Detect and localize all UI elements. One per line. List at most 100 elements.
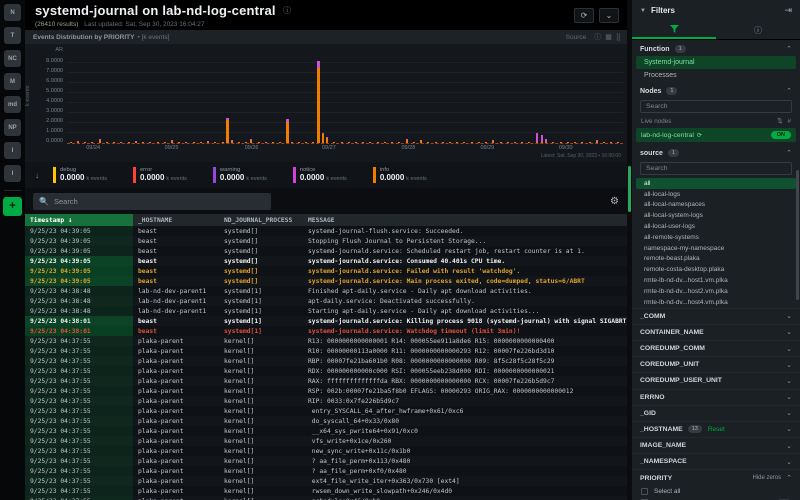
table-row[interactable]: 9/25/23 04:38:48 lab-nd-dev-parent1 system… (25, 286, 627, 296)
section-priority[interactable]: PRIORITY Hide zeros ⌃ (632, 469, 800, 485)
sidebar-scrollbar[interactable] (796, 170, 799, 300)
title-info-icon[interactable]: ⓘ (283, 6, 291, 15)
table-row[interactable]: 9/25/23 04:39:05 beast systemd[] systemd-jo… (25, 266, 627, 276)
section-_hostname[interactable]: _HOSTNAME 13 Reset ⌄ (632, 420, 800, 437)
workspace-icon[interactable]: I (4, 165, 21, 182)
table-row[interactable]: 9/25/23 04:39:05 beast systemd[] systemd-jo… (25, 256, 627, 266)
chevron-down-icon[interactable]: ⌄ (786, 328, 792, 336)
source-item[interactable]: all (636, 178, 796, 189)
source-item[interactable]: all-local-namespaces (636, 200, 796, 211)
section-nodes[interactable]: Nodes 1 ⌃ (632, 82, 800, 98)
search-input[interactable] (53, 196, 265, 206)
source-search-input[interactable] (646, 165, 786, 172)
table-row[interactable]: 9/25/23 04:39:05 beast systemd[] systemd-jo… (25, 246, 627, 256)
section-container_name[interactable]: CONTAINER_NAME ⌄ (632, 323, 800, 340)
nodes-search-input[interactable] (646, 103, 786, 110)
search-box[interactable]: 🔍 (33, 192, 271, 210)
chevron-down-icon[interactable]: ⌄ (786, 377, 792, 385)
sort-toggle-icon[interactable]: ⇅ (777, 118, 782, 125)
chevron-down-icon[interactable]: ⌄ (786, 361, 792, 369)
legend-item-debug[interactable]: debug 0.0000 k events (53, 167, 107, 183)
section-_gid[interactable]: _GID ⌄ (632, 404, 800, 421)
node-on-toggle[interactable]: ON (770, 131, 791, 139)
nodes-search-box[interactable] (640, 100, 792, 113)
chevron-up-icon[interactable]: ⌃ (786, 87, 792, 95)
collapse-header-button[interactable]: ⌄ (599, 7, 619, 23)
table-row[interactable]: 9/25/23 04:37:55 plaka-parent kernel[] ent… (25, 406, 627, 416)
table-row[interactable]: 9/25/23 04:37:55 plaka-parent kernel[] RAX:… (25, 376, 627, 386)
source-item[interactable]: remote-beast.plaka (636, 254, 796, 265)
table-row[interactable]: 9/25/23 04:37:55 plaka-parent kernel[] ext… (25, 476, 627, 486)
section-function[interactable]: Function 1 ⌃ (632, 40, 800, 56)
source-item[interactable]: all-local-system-logs (636, 210, 796, 221)
tab-info[interactable]: ⓘ (716, 21, 800, 39)
table-row[interactable]: 9/25/23 04:37:55 plaka-parent kernel[] ? a… (25, 466, 627, 476)
section-image_name[interactable]: IMAGE_NAME ⌄ (632, 437, 800, 453)
refresh-button[interactable]: ⟳ (574, 7, 594, 23)
table-row[interactable]: 9/25/23 04:37:55 plaka-parent kernel[] rws… (25, 486, 627, 496)
table-row[interactable]: 9/25/23 04:38:01 beast systemd[1] systemd-j… (25, 316, 627, 326)
chevron-down-icon[interactable]: ⌄ (786, 393, 792, 401)
table-row[interactable]: 9/25/23 04:37:55plaka-parentkernel[] sch… (25, 496, 627, 500)
select-all-checkbox[interactable] (641, 487, 648, 495)
table-row[interactable]: 9/25/23 04:37:55 plaka-parent kernel[] R10:… (25, 346, 627, 356)
source-item[interactable]: all-local-logs (636, 189, 796, 200)
workspace-icon[interactable]: T (4, 27, 21, 44)
filters-caret-icon[interactable]: ▼ (640, 8, 646, 14)
column-header-process[interactable]: ND_JOURNAL_PROCESS (219, 214, 303, 226)
workspace-icon[interactable]: NC (4, 50, 21, 67)
chevron-down-icon[interactable]: ⌄ (786, 409, 792, 417)
section-coredump_unit[interactable]: COREDUMP_UNIT ⌄ (632, 356, 800, 372)
section-coredump_user_unit[interactable]: COREDUMP_USER_UNIT ⌄ (632, 372, 800, 388)
add-space-button[interactable]: + (3, 197, 22, 216)
workspace-icon[interactable]: md (4, 96, 21, 113)
table-row[interactable]: 9/25/23 04:37:55 plaka-parent kernel[] RBP:… (25, 356, 627, 366)
table-row[interactable]: 9/25/23 04:38:48 lab-nd-dev-parent1 system… (25, 296, 627, 306)
section-errno[interactable]: ERRNO ⌄ (632, 388, 800, 405)
source-item[interactable]: all-local-user-logs (636, 221, 796, 232)
table-row[interactable]: 9/25/23 04:39:05 beast systemd[] systemd-jo… (25, 276, 627, 286)
select-all-row[interactable]: Select all (632, 486, 800, 497)
section-source[interactable]: source 1 ⌃ (632, 144, 800, 160)
table-row[interactable]: 9/25/23 04:37:55 plaka-parent kernel[] RSP:… (25, 386, 627, 396)
source-item[interactable]: namespace-my-namespace (636, 243, 796, 254)
table-row[interactable]: 9/25/23 04:38:48 lab-nd-dev-parent1 system… (25, 306, 627, 316)
chart-source-label[interactable]: Source (566, 34, 587, 41)
sort-alpha-icon[interactable]: # (787, 118, 791, 125)
legend-item-error[interactable]: error 0.0000 k events (132, 167, 187, 183)
source-search-box[interactable] (640, 162, 792, 175)
column-header-message[interactable]: MESSAGE (303, 214, 627, 226)
table-row[interactable]: 9/25/23 04:37:55 plaka-parent kernel[] do_… (25, 416, 627, 426)
table-row[interactable]: 9/25/23 04:38:01 beast systemd[1] systemd-j… (25, 326, 627, 336)
collapse-sidebar-icon[interactable]: ⇥ (784, 5, 792, 16)
table-row[interactable]: 9/25/23 04:37:55 plaka-parent kernel[] vfs… (25, 436, 627, 446)
source-item[interactable]: all-remote-systems (636, 232, 796, 243)
panel-view-icon[interactable]: ▦ (605, 33, 612, 41)
priority-item-error[interactable]: error98 (632, 497, 800, 500)
workspace-icon[interactable]: NP (4, 119, 21, 136)
section-_namespace[interactable]: _NAMESPACE ⌄ (632, 453, 800, 469)
chevron-down-icon[interactable]: ⌄ (786, 425, 792, 433)
chevron-up-icon[interactable]: ⌃ (786, 45, 792, 53)
gear-icon[interactable]: ⚙ (610, 196, 619, 207)
column-header-timestamp[interactable]: Timestamp ↓ (25, 214, 133, 226)
hide-zeros-link[interactable]: Hide zeros (752, 475, 781, 481)
node-item[interactable]: lab-nd-log-central ⟳ ON (636, 128, 796, 142)
source-item[interactable]: rmte-lb-nd-dv...host1.vm.plka (636, 275, 796, 286)
table-row[interactable]: 9/25/23 04:37:55 plaka-parent kernel[] RDX:… (25, 366, 627, 376)
table-row[interactable]: 9/25/23 04:37:55 plaka-parent kernel[] R13:… (25, 336, 627, 346)
drag-handle-icon[interactable]: ⣿ (616, 33, 621, 41)
legend-item-notice[interactable]: notice 0.0000 k events (292, 167, 347, 183)
chevron-up-icon[interactable]: ⌃ (786, 149, 792, 157)
chart-plot-area[interactable] (67, 47, 623, 144)
section-coredump_comm[interactable]: COREDUMP_COMM ⌄ (632, 339, 800, 356)
chevron-down-icon[interactable]: ⌄ (786, 458, 792, 466)
workspace-icon[interactable]: N (4, 4, 21, 21)
function-item-processes[interactable]: Processes (636, 69, 796, 82)
table-row[interactable]: 9/25/23 04:37:55 plaka-parent kernel[] __x… (25, 426, 627, 436)
workspace-icon[interactable]: I (4, 142, 21, 159)
table-row[interactable]: 9/25/23 04:39:05 beast systemd[] Stopping F… (25, 236, 627, 246)
table-row[interactable]: 9/25/23 04:37:55 plaka-parent kernel[] new… (25, 446, 627, 456)
table-row[interactable]: 9/25/23 04:37:55 plaka-parent kernel[] ? a… (25, 456, 627, 466)
chevron-up-icon[interactable]: ⌃ (786, 474, 792, 482)
